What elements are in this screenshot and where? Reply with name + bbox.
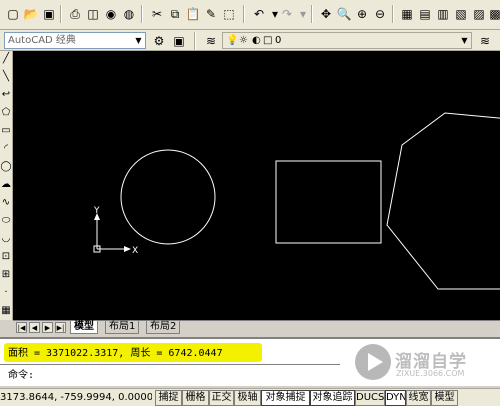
circle-icon[interactable]: ◯: [0, 161, 12, 173]
standard-toolbar: ▢ 📂 ▣ ⎙ ◫ ◉ ◍ ✂ ⧉ 📋 ✎ ⬚ ↶ ▾ ↷ ▾ ✥ 🔍 ⊕ ⊖ …: [0, 0, 500, 30]
tool-palettes-icon[interactable]: ▥: [434, 5, 452, 23]
plot-icon[interactable]: ◉: [102, 5, 120, 23]
ucs-x-label: X: [132, 246, 138, 256]
open-file-icon[interactable]: 📂: [22, 5, 40, 23]
last-tab-icon[interactable]: ▶|: [55, 322, 66, 333]
polar-toggle[interactable]: 极轴: [234, 390, 261, 406]
prev-tab-icon[interactable]: ◀: [29, 322, 40, 333]
coordinates-readout: 3173.8644, -759.9994, 0.0000: [0, 392, 152, 403]
revision-cloud-icon[interactable]: ☁: [0, 179, 12, 191]
print-preview-icon[interactable]: ◫: [84, 5, 102, 23]
command-separator: [0, 364, 340, 365]
polygon-icon[interactable]: ⬠: [0, 107, 12, 119]
cut-icon[interactable]: ✂: [148, 5, 166, 23]
toolbar-separator: [243, 5, 245, 23]
toolbar-separator: [392, 5, 394, 23]
drawing-canvas[interactable]: Y X: [13, 51, 500, 320]
tab-layout2[interactable]: 布局2: [146, 321, 181, 334]
otrack-toggle[interactable]: 对象追踪: [310, 390, 355, 406]
watermark: 溜溜自学 ZIXUE.3066.COM: [355, 344, 495, 390]
insert-block-icon[interactable]: ⊡: [0, 251, 12, 263]
redo-dropdown-icon[interactable]: ▾: [294, 5, 312, 23]
dyn-toggle[interactable]: DYN: [385, 390, 406, 406]
tab-layout1[interactable]: 布局1: [105, 321, 140, 334]
workspace-save-icon[interactable]: ▣: [170, 32, 188, 50]
match-properties-icon[interactable]: ✎: [202, 5, 220, 23]
hatch-icon[interactable]: ▦: [0, 305, 12, 317]
lock-icon: ◐: [252, 35, 261, 46]
watermark-url: ZIXUE.3066.COM: [396, 369, 465, 378]
model-toggle[interactable]: 模型: [431, 390, 458, 406]
spline-icon[interactable]: ∿: [0, 197, 12, 209]
workspace-select-value: AutoCAD 经典: [8, 35, 76, 46]
lightbulb-icon: 💡: [226, 35, 239, 46]
ucs-x-arrow: [124, 246, 131, 252]
chevron-down-icon[interactable]: ▼: [458, 33, 471, 48]
ellipse-icon[interactable]: ⬭: [0, 215, 12, 227]
ducs-toggle[interactable]: DUCS: [355, 390, 385, 406]
zoom-realtime-icon[interactable]: 🔍: [335, 5, 353, 23]
point-icon[interactable]: ·: [0, 287, 12, 299]
toolbar-separator: [311, 5, 313, 23]
status-bar: 3173.8644, -759.9994, 0.0000 捕捉 栅格 正交 极轴…: [0, 388, 500, 406]
chevron-down-icon[interactable]: ▼: [132, 33, 145, 48]
toolbar-separator: [141, 5, 143, 23]
print-icon[interactable]: ⎙: [66, 5, 84, 23]
make-block-icon[interactable]: ⊞: [0, 269, 12, 281]
ellipse-arc-icon[interactable]: ◡: [0, 233, 12, 245]
pan-icon[interactable]: ✥: [317, 5, 335, 23]
tab-model[interactable]: 模型: [70, 321, 98, 334]
arc-icon[interactable]: ◜: [0, 143, 12, 155]
make-current-layer-icon[interactable]: ≋: [476, 32, 494, 50]
osnap-toggle[interactable]: 对象捕捉: [261, 390, 310, 406]
calculator-icon[interactable]: ▩: [486, 5, 500, 23]
layer-manager-icon[interactable]: ≋: [202, 32, 220, 50]
rectangle-shape[interactable]: [275, 160, 382, 244]
zoom-window-icon[interactable]: ⊕: [353, 5, 371, 23]
draw-toolbar: ╱ ╲ ↩ ⬠ ▭ ◜ ◯ ☁ ∿ ⬭ ◡ ⊡ ⊞ · ▦: [0, 51, 13, 320]
ortho-toggle[interactable]: 正交: [209, 390, 234, 406]
workspace-settings-icon[interactable]: ⚙: [150, 32, 168, 50]
toolbar-separator: [194, 32, 196, 50]
grid-toggle[interactable]: 栅格: [182, 390, 209, 406]
polyline-icon[interactable]: ↩: [0, 89, 12, 101]
snap-toggle[interactable]: 捕捉: [155, 390, 182, 406]
save-icon[interactable]: ▣: [40, 5, 58, 23]
drawing-svg: Y X: [93, 112, 500, 290]
zoom-previous-icon[interactable]: ⊖: [371, 5, 389, 23]
play-logo-icon: [355, 344, 391, 380]
sheet-set-icon[interactable]: ▧: [452, 5, 470, 23]
layer-select-value: 0: [275, 35, 282, 46]
first-tab-icon[interactable]: |◀: [16, 322, 27, 333]
construction-line-icon[interactable]: ╲: [0, 71, 12, 83]
color-swatch-icon: □: [263, 35, 273, 46]
circle-shape[interactable]: [120, 149, 216, 245]
properties-icon[interactable]: ▦: [398, 5, 416, 23]
line-icon[interactable]: ╱: [0, 53, 12, 65]
workspace-layer-toolbar: AutoCAD 经典 ▼ ⚙ ▣ ≋ 💡 ☼ ◐ □ 0 ▼ ≋: [0, 30, 500, 51]
sun-icon: ☼: [239, 35, 248, 46]
publish-icon[interactable]: ◍: [120, 5, 138, 23]
new-file-icon[interactable]: ▢: [4, 5, 22, 23]
paste-icon[interactable]: 📋: [184, 5, 202, 23]
lineweight-toggle[interactable]: 线宽: [406, 390, 431, 406]
layout-tabs-bar: |◀ ◀ ▶ ▶| 模型 布局1 布局2: [13, 320, 500, 334]
rectangle-icon[interactable]: ▭: [0, 125, 12, 137]
workspace-select[interactable]: AutoCAD 经典 ▼: [4, 32, 146, 49]
play-triangle-icon: [368, 353, 383, 371]
copy-icon[interactable]: ⧉: [166, 5, 184, 23]
toolbar-separator: [60, 5, 62, 23]
polygon-shape[interactable]: [386, 112, 500, 290]
layer-select[interactable]: 💡 ☼ ◐ □ 0 ▼: [222, 32, 472, 49]
next-tab-icon[interactable]: ▶: [42, 322, 53, 333]
design-center-icon[interactable]: ▤: [416, 5, 434, 23]
block-editor-icon[interactable]: ⬚: [220, 5, 238, 23]
ucs-y-label: Y: [93, 206, 100, 216]
